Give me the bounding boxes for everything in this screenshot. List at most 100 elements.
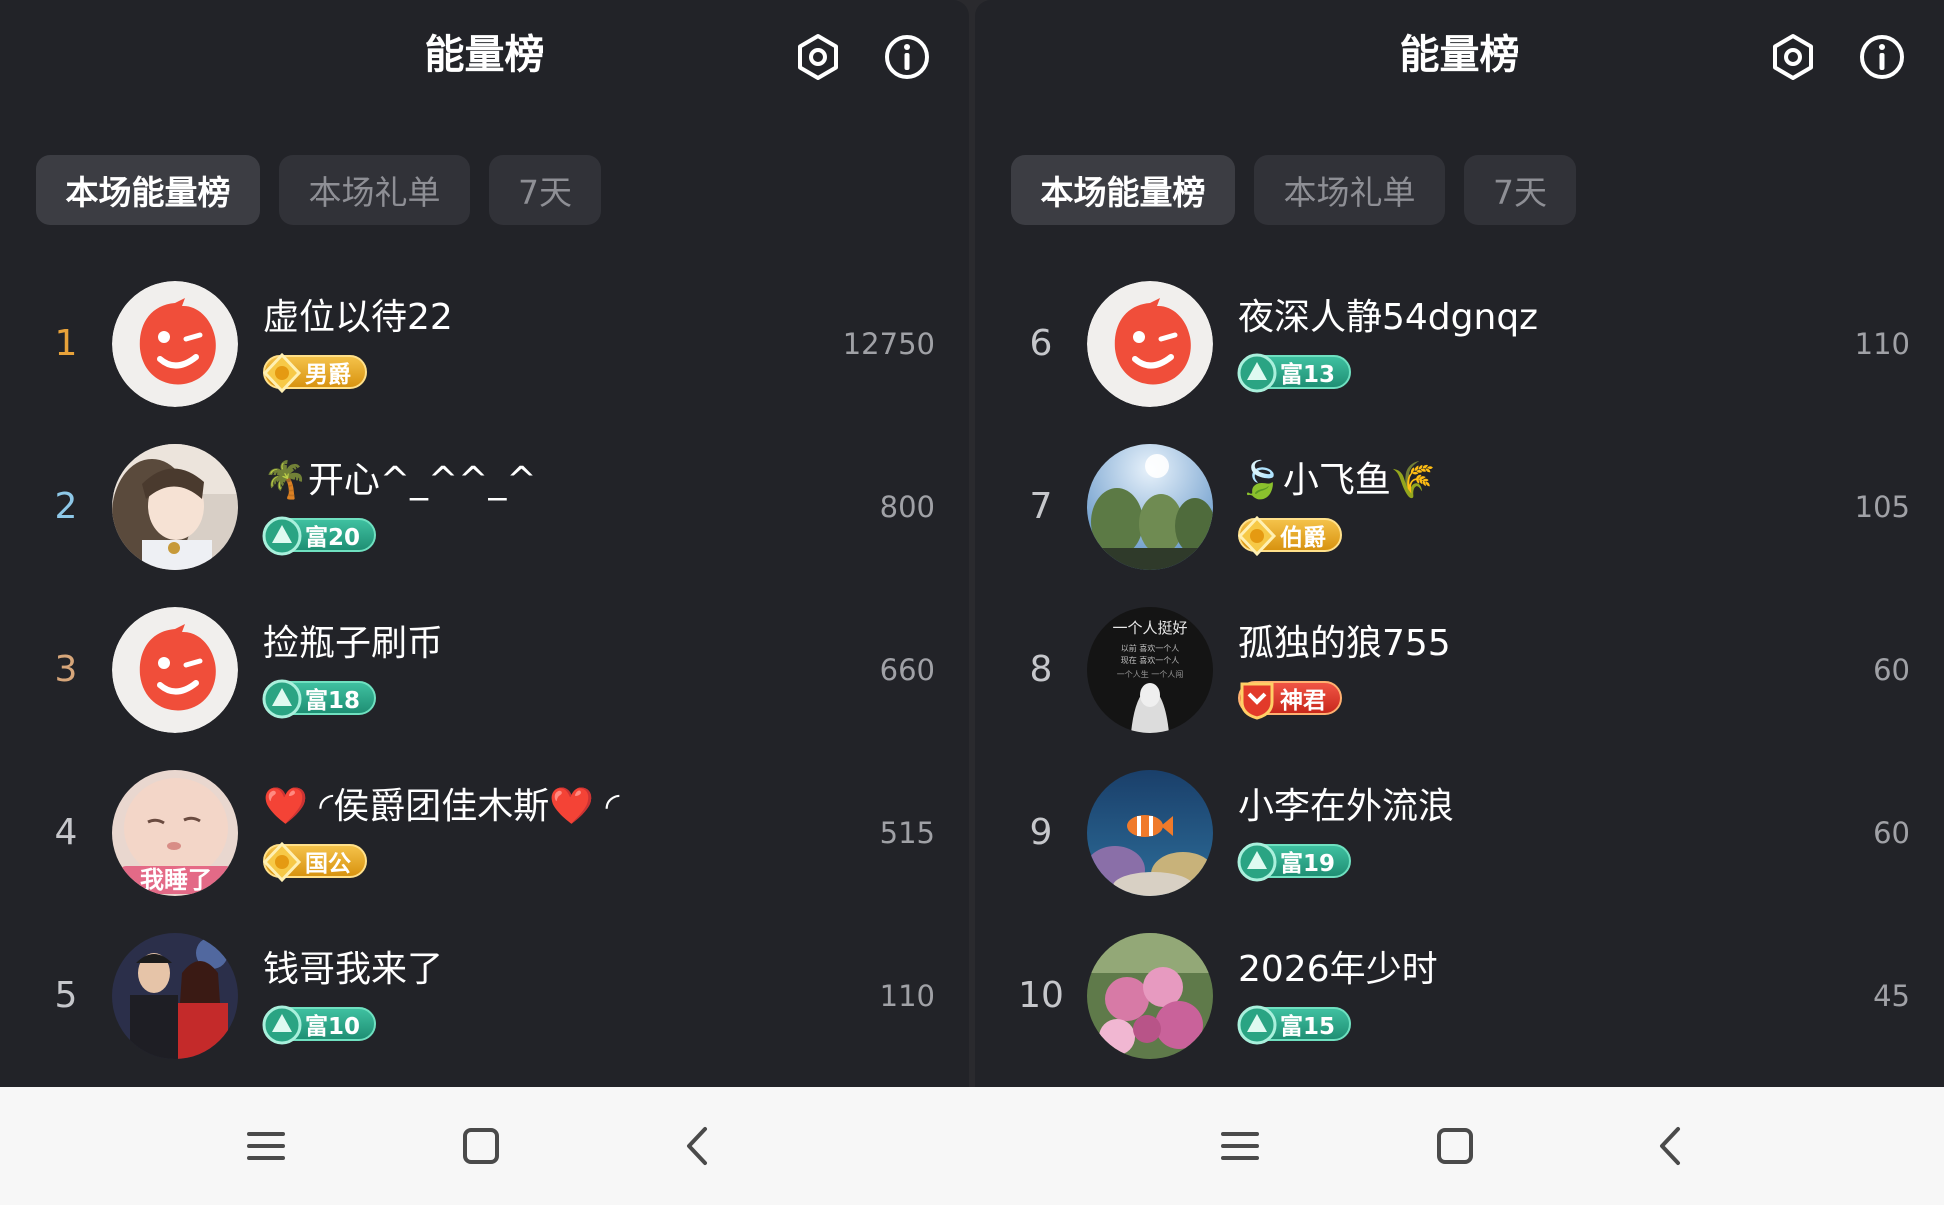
avatar[interactable] [1087, 933, 1213, 1059]
home-icon[interactable] [1420, 1111, 1490, 1181]
badge-label: 富15 [1280, 1014, 1336, 1040]
ranking-row[interactable]: 1 虚位以待22 男爵 12750 [0, 272, 969, 435]
energy-score: 60 [1873, 653, 1910, 687]
info-icon[interactable] [1857, 32, 1907, 82]
avatar[interactable] [1087, 770, 1213, 896]
user-name[interactable]: 捡瓶子刷币 [263, 618, 443, 670]
badge-fu-icon [261, 1004, 303, 1046]
info-icon[interactable] [882, 32, 932, 82]
tab-gift-list[interactable]: 本场礼单 [279, 155, 470, 225]
ranking-row[interactable]: 7 🍃小飞鱼🌾 伯爵 105 [975, 435, 1944, 598]
energy-score: 45 [1873, 979, 1910, 1013]
avatar[interactable]: 一个人挺好以前 喜欢一个人 现在 喜欢一个人 一个人生 一个人闯 [1087, 607, 1213, 733]
rank-number: 3 [54, 649, 78, 690]
energy-score: 660 [879, 653, 935, 687]
energy-score: 800 [879, 490, 935, 524]
home-icon[interactable] [446, 1111, 516, 1181]
badge-label: 富10 [305, 1014, 361, 1040]
energy-score: 515 [879, 816, 935, 850]
energy-score: 12750 [842, 327, 935, 361]
back-icon[interactable] [1636, 1111, 1706, 1181]
badge-fu-icon [261, 678, 303, 720]
tab-energy-rank[interactable]: 本场能量榜 [1011, 155, 1235, 225]
svg-text:我睡了: 我睡了 [140, 866, 212, 894]
menu-icon[interactable] [231, 1111, 301, 1181]
ranking-row[interactable]: 9 小李在外流浪富19 60 [975, 761, 1944, 924]
rank-number: 7 [1029, 486, 1053, 527]
svg-text:一个人挺好: 一个人挺好 [1112, 619, 1187, 637]
rank-number: 1 [54, 323, 78, 364]
badge-label: 富13 [1280, 362, 1336, 388]
svg-text:现在 喜欢一个人: 现在 喜欢一个人 [1121, 655, 1180, 665]
ranking-row[interactable]: 10 2026年少时 富15 45 [975, 924, 1944, 1087]
badge-jue-icon [1236, 515, 1278, 557]
rank-number: 6 [1029, 323, 1053, 364]
settings-icon[interactable] [793, 32, 843, 82]
badge-shen-icon [1236, 678, 1278, 720]
tab-7-days[interactable]: 7天 [489, 155, 601, 225]
user-name[interactable]: 虚位以待22 [263, 292, 453, 344]
ranking-list: 1 虚位以待22 男爵 12750 2 🌴开心^_^^_^ 富20 800 3 捡瓶子刷币富18 6… [0, 272, 969, 1087]
energy-score: 110 [1854, 327, 1910, 361]
badge-fu-icon [1236, 352, 1278, 394]
ranking-row[interactable]: 8 一个人挺好 以前 喜欢一个人 现在 喜欢一个人 一个人生 一个人闯 孤独的狼755 神君… [975, 598, 1944, 761]
badge-label: 神君 [1280, 688, 1326, 714]
level-badge: 富13 [1236, 352, 1352, 394]
user-name[interactable]: 2026年少时 [1238, 944, 1438, 996]
ranking-row[interactable]: 6 夜深人静54dgnqz 富13 110 [975, 272, 1944, 435]
ranking-panel-2: 能量榜 本场能量榜 本场礼单 7天 6 夜深人静54dgnqz 富13 110 7 🍃小飞鱼🌾 伯爵… [975, 0, 1944, 1087]
tab-gift-list[interactable]: 本场礼单 [1254, 155, 1445, 225]
level-badge: 富19 [1236, 841, 1352, 883]
back-icon[interactable] [663, 1111, 733, 1181]
badge-label: 富20 [305, 525, 361, 551]
energy-score: 60 [1873, 816, 1910, 850]
ranking-row[interactable]: 3 捡瓶子刷币富18 660 [0, 598, 969, 761]
rank-number: 4 [54, 812, 78, 853]
avatar[interactable] [1087, 444, 1213, 570]
level-badge: 男爵 [261, 352, 367, 394]
badge-fu-icon [1236, 1004, 1278, 1046]
user-name[interactable]: 夜深人静54dgnqz [1238, 292, 1538, 344]
tab-7-days[interactable]: 7天 [1464, 155, 1576, 225]
avatar[interactable] [112, 933, 238, 1059]
avatar[interactable] [112, 444, 238, 570]
rank-number: 2 [54, 486, 78, 527]
rank-number: 8 [1029, 649, 1053, 690]
user-name[interactable]: 孤独的狼755 [1238, 618, 1451, 670]
badge-label: 伯爵 [1280, 525, 1326, 551]
energy-score: 110 [879, 979, 935, 1013]
user-name[interactable]: 钱哥我来了 [263, 944, 443, 996]
svg-text:一个人生 一个人闯: 一个人生 一个人闯 [1117, 669, 1184, 679]
level-badge: 富20 [262, 515, 377, 556]
settings-icon[interactable] [1768, 32, 1818, 82]
user-name[interactable]: 🌴开心^_^^_^ [263, 455, 536, 507]
energy-score: 105 [1854, 490, 1910, 524]
avatar[interactable]: 我睡了 [112, 770, 238, 896]
rank-number: 9 [1029, 812, 1053, 853]
user-name[interactable]: ❤️ ◜侯爵团佳木斯❤️ ◜ [263, 781, 619, 833]
avatar[interactable] [1087, 281, 1213, 407]
badge-jue-icon [261, 352, 303, 394]
user-name[interactable]: 🍃小飞鱼🌾 [1238, 455, 1436, 507]
menu-icon[interactable] [1205, 1111, 1275, 1181]
badge-label: 国公 [305, 851, 351, 877]
tab-energy-rank[interactable]: 本场能量榜 [36, 155, 260, 225]
svg-text:以前 喜欢一个人: 以前 喜欢一个人 [1121, 643, 1180, 653]
level-badge: 富18 [261, 678, 377, 720]
badge-label: 富19 [1280, 851, 1336, 877]
level-badge: 富15 [1236, 1004, 1352, 1046]
rank-number: 5 [54, 975, 78, 1016]
ranking-row[interactable]: 5 钱哥我来了富10 110 [0, 924, 969, 1087]
avatar[interactable] [112, 607, 238, 733]
level-badge: 伯爵 [1236, 515, 1342, 557]
ranking-row[interactable]: 4 我睡了 ❤️ ◜侯爵团佳木斯❤️ ◜ 国公 515 [0, 761, 969, 924]
ranking-list: 6 夜深人静54dgnqz 富13 110 7 🍃小飞鱼🌾 伯爵 105 8 一个人挺好以前 喜欢… [975, 272, 1944, 1087]
badge-jue-icon [261, 841, 303, 883]
ranking-row[interactable]: 2 🌴开心^_^^_^ 富20 800 [0, 435, 969, 598]
badge-fu-icon [1236, 841, 1278, 883]
tab-bar: 本场能量榜 本场礼单 7天 [1011, 155, 1576, 225]
tab-bar: 本场能量榜 本场礼单 7天 [36, 155, 601, 225]
user-name[interactable]: 小李在外流浪 [1238, 781, 1454, 833]
avatar[interactable] [112, 281, 238, 407]
badge-label: 富18 [305, 688, 361, 714]
